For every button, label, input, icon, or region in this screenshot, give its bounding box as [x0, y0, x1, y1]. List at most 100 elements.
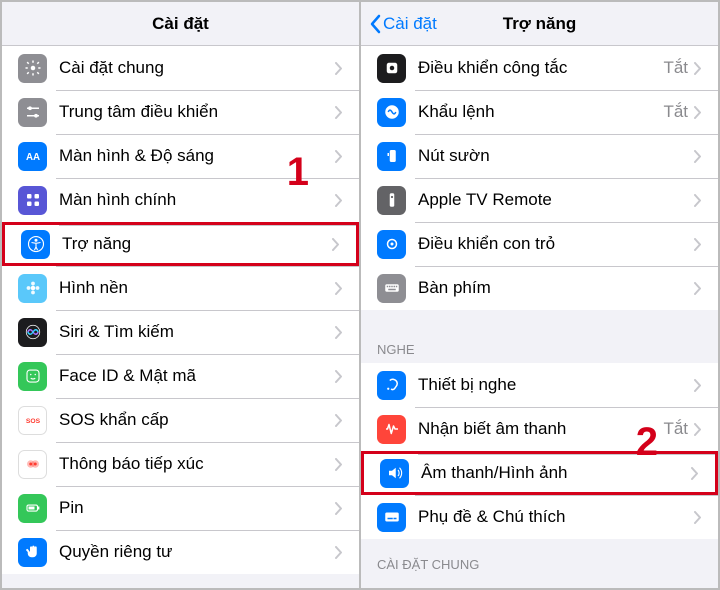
annotation-2: 2	[636, 420, 658, 465]
chevron-right-icon	[335, 458, 343, 471]
settings-row[interactable]: Siri & Tìm kiếm	[2, 310, 359, 354]
settings-row[interactable]: Âm thanh/Hình ảnh	[361, 451, 718, 495]
row-label: Pin	[59, 498, 335, 518]
settings-row[interactable]: Face ID & Mật mã	[2, 354, 359, 398]
exposure-icon	[18, 450, 47, 479]
settings-row[interactable]: Pin	[2, 486, 359, 530]
pointer-icon	[377, 230, 406, 259]
chevron-right-icon	[694, 62, 702, 75]
chevron-right-icon	[335, 546, 343, 559]
row-label: Thiết bị nghe	[418, 375, 694, 395]
page-title: Cài đặt	[152, 14, 209, 34]
chevron-right-icon	[335, 370, 343, 383]
remote-icon	[377, 186, 406, 215]
settings-row[interactable]: Thiết bị nghe	[361, 363, 718, 407]
privacy-icon	[18, 538, 47, 567]
chevron-right-icon	[335, 106, 343, 119]
chevron-right-icon	[335, 62, 343, 75]
row-label: Điều khiển công tắc	[418, 58, 663, 78]
chevron-right-icon	[694, 282, 702, 295]
settings-pane: Cài đặt Cài đặt chung Trung tâm điều khiể…	[2, 2, 361, 588]
page-title: Trợ năng	[503, 14, 576, 34]
aa-icon: AA	[18, 142, 47, 171]
settings-row[interactable]: Nhận biết âm thanhTắt	[361, 407, 718, 451]
chevron-right-icon	[694, 194, 702, 207]
chevron-right-icon	[335, 194, 343, 207]
chevron-right-icon	[332, 238, 340, 251]
section-header-general: CÀI ĐẶT CHUNG	[361, 539, 718, 578]
row-value: Tắt	[663, 58, 688, 78]
row-label: Điều khiển con trỏ	[418, 234, 694, 254]
chevron-right-icon	[694, 423, 702, 436]
back-button[interactable]: Cài đặt	[369, 14, 437, 34]
chevron-right-icon	[335, 414, 343, 427]
back-label: Cài đặt	[383, 14, 437, 34]
chevron-right-icon	[335, 502, 343, 515]
section-header-hearing: NGHE	[361, 328, 718, 363]
gear-icon	[18, 54, 47, 83]
wallpaper-icon	[18, 274, 47, 303]
battery-icon	[18, 494, 47, 523]
row-label: Apple TV Remote	[418, 190, 694, 210]
keyboard-icon	[377, 274, 406, 303]
faceid-icon	[18, 362, 47, 391]
row-label: Thông báo tiếp xúc	[59, 454, 335, 474]
row-label: Khẩu lệnh	[418, 102, 663, 122]
row-label: Trợ năng	[62, 234, 332, 254]
settings-row[interactable]: Khẩu lệnhTắt	[361, 90, 718, 134]
sound-recognition-icon	[377, 415, 406, 444]
switch-control-icon	[377, 54, 406, 83]
nav-bar: Cài đặt Trợ năng	[361, 2, 718, 46]
nav-bar: Cài đặt	[2, 2, 359, 46]
chevron-right-icon	[694, 106, 702, 119]
chevron-right-icon	[694, 150, 702, 163]
settings-row[interactable]: Bàn phím	[361, 266, 718, 310]
hearing-devices-icon	[377, 371, 406, 400]
settings-row[interactable]: Trợ năng	[2, 222, 359, 266]
chevron-right-icon	[335, 326, 343, 339]
settings-row[interactable]: Apple TV Remote	[361, 178, 718, 222]
settings-row[interactable]: Nút sườn	[361, 134, 718, 178]
settings-row[interactable]: Cài đặt chung	[2, 46, 359, 90]
settings-row[interactable]: Thông báo tiếp xúc	[2, 442, 359, 486]
audio-visual-icon	[380, 459, 409, 488]
chevron-right-icon	[694, 238, 702, 251]
row-label: Face ID & Mật mã	[59, 366, 335, 386]
settings-row[interactable]: Trung tâm điều khiển	[2, 90, 359, 134]
row-label: Nút sườn	[418, 146, 694, 166]
control-center-icon	[18, 98, 47, 127]
row-label: Âm thanh/Hình ảnh	[421, 463, 691, 483]
settings-row[interactable]: Hình nền	[2, 266, 359, 310]
chevron-right-icon	[694, 511, 702, 524]
chevron-right-icon	[691, 467, 699, 480]
settings-row[interactable]: Điều khiển con trỏ	[361, 222, 718, 266]
row-label: Cài đặt chung	[59, 58, 335, 78]
sos-icon: SOS	[18, 406, 47, 435]
accessibility-pane: Cài đặt Trợ năng Điều khiển công tắcTắtK…	[361, 2, 718, 588]
chevron-left-icon	[369, 14, 381, 34]
side-button-icon	[377, 142, 406, 171]
siri-icon	[18, 318, 47, 347]
chevron-right-icon	[335, 150, 343, 163]
subtitles-icon	[377, 503, 406, 532]
settings-row[interactable]: Điều khiển công tắcTắt	[361, 46, 718, 90]
accessibility-icon	[21, 230, 50, 259]
voice-control-icon	[377, 98, 406, 127]
settings-row[interactable]: SOS SOS khẩn cấp	[2, 398, 359, 442]
row-label: Bàn phím	[418, 278, 694, 298]
chevron-right-icon	[694, 379, 702, 392]
row-label: Trung tâm điều khiển	[59, 102, 335, 122]
annotation-1: 1	[287, 150, 309, 195]
row-label: Quyền riêng tư	[59, 542, 335, 562]
svg-text:SOS: SOS	[25, 418, 40, 425]
row-label: Hình nền	[59, 278, 335, 298]
row-label: SOS khẩn cấp	[59, 410, 335, 430]
settings-row[interactable]: Quyền riêng tư	[2, 530, 359, 574]
row-value: Tắt	[663, 102, 688, 122]
row-label: Nhận biết âm thanh	[418, 419, 663, 439]
settings-row[interactable]: Phụ đề & Chú thích	[361, 495, 718, 539]
svg-text:AA: AA	[25, 152, 39, 163]
row-label: Siri & Tìm kiếm	[59, 322, 335, 342]
row-label: Phụ đề & Chú thích	[418, 507, 694, 527]
home-screen-icon	[18, 186, 47, 215]
